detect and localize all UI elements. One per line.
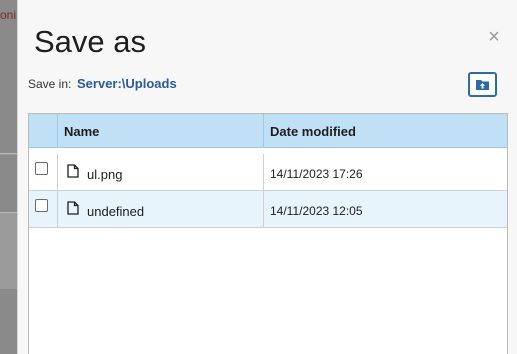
file-date-modified: 14/11/2023 17:26 [270,167,363,181]
date-cell: 14/11/2023 12:05 [264,191,507,227]
background-band [0,212,17,289]
background-divider [0,153,17,155]
date-modified-column-header[interactable]: Date modified [264,114,507,147]
close-icon[interactable]: × [484,27,504,47]
name-cell[interactable]: ul.png [58,154,264,190]
dialog-title: Save as [34,24,147,59]
save-in-path-link[interactable]: Server:\Uploads [77,76,177,91]
folder-upload-icon [476,80,489,90]
grid-header: Name Date modified [29,114,507,148]
file-name: ul.png [87,167,123,182]
save-as-dialog: Save as × Save in: Server:\Uploads Name … [17,0,517,354]
name-column-header[interactable]: Name [58,114,264,147]
table-row[interactable]: undefined 14/11/2023 12:05 [29,191,507,228]
row-select-cell [29,154,58,190]
date-modified-column-label: Date modified [270,124,356,139]
name-cell[interactable]: undefined [58,191,264,227]
row-checkbox[interactable] [35,199,48,212]
name-column-label: Name [64,124,100,139]
file-icon [67,201,79,215]
file-date-modified: 14/11/2023 12:05 [270,204,363,218]
select-column-header [29,114,58,147]
file-grid: Name Date modified ul.png 14/11/2023 17:… [28,113,508,354]
file-name: undefined [87,204,145,219]
save-in-label: Save in: [28,77,72,91]
date-cell: 14/11/2023 17:26 [264,154,507,190]
row-checkbox[interactable] [35,162,48,175]
file-icon [67,164,79,178]
row-select-cell [29,191,58,227]
background-text: oni [0,8,17,22]
upload-folder-button[interactable] [468,72,497,97]
background-panel: oni [0,0,17,354]
table-row[interactable]: ul.png 14/11/2023 17:26 [29,154,507,191]
